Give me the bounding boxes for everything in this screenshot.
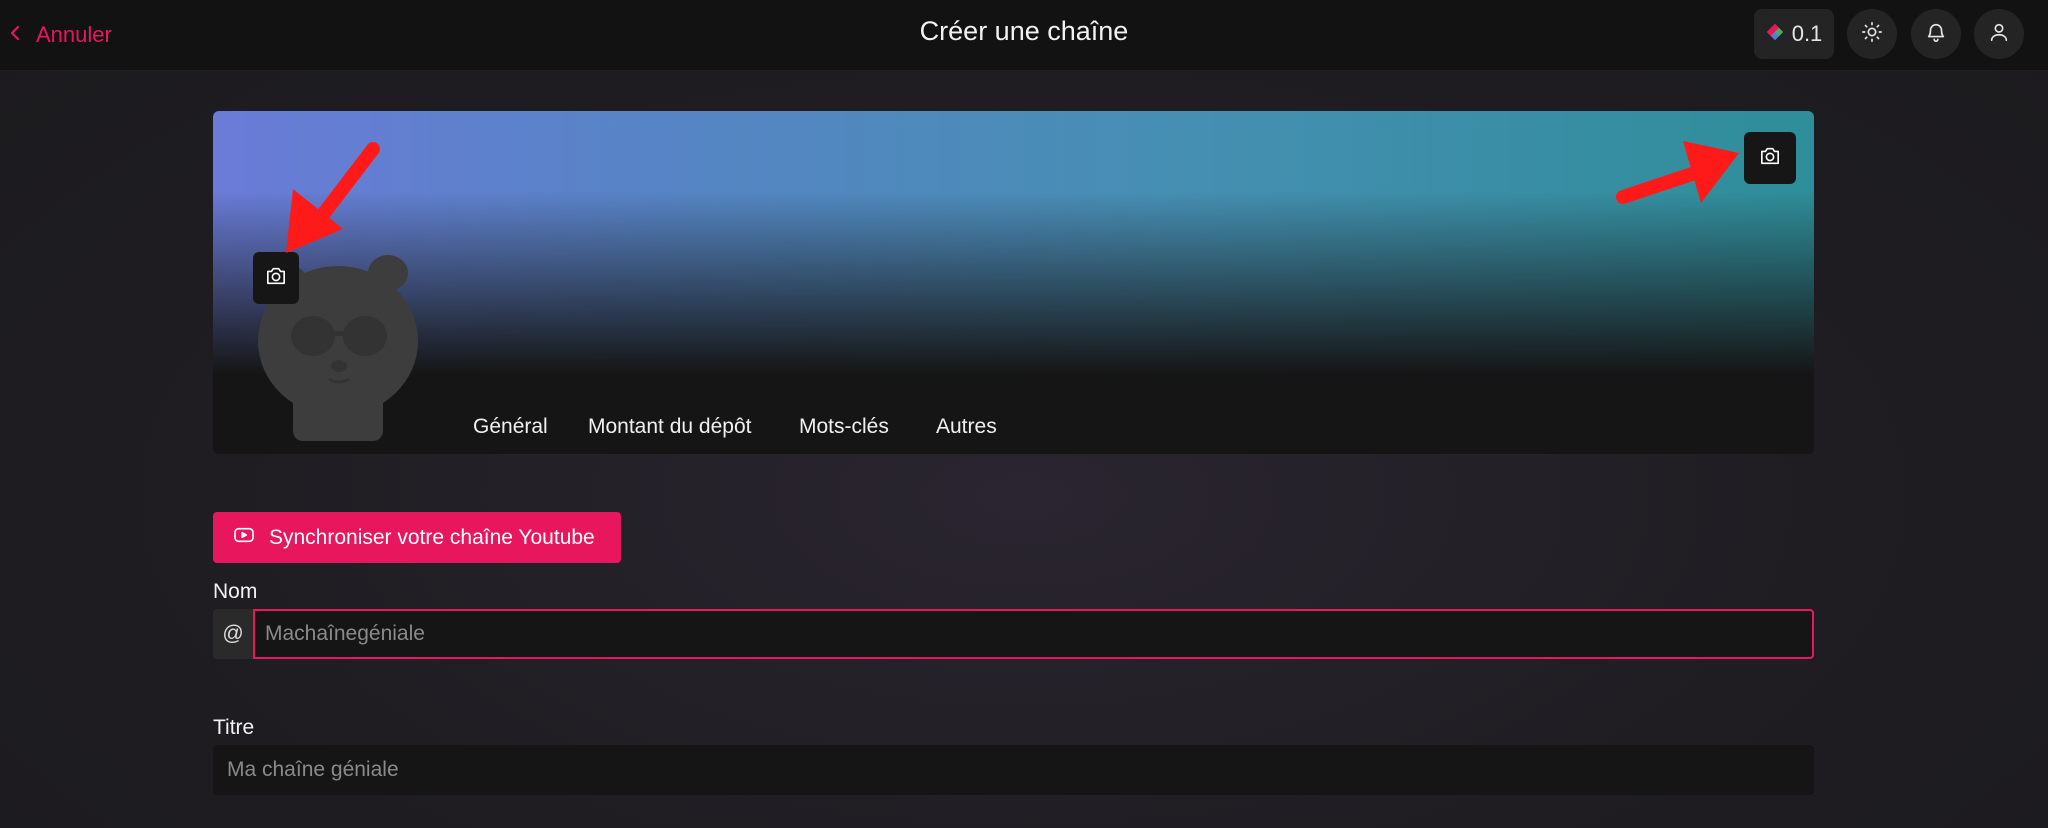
nom-input[interactable] — [253, 609, 1814, 659]
titre-input[interactable] — [213, 745, 1814, 795]
sun-icon — [1861, 21, 1883, 48]
credits-button[interactable]: 0.1 — [1754, 9, 1834, 59]
credits-value: 0.1 — [1791, 21, 1823, 46]
notifications-button[interactable] — [1911, 9, 1961, 59]
cover-banner — [213, 111, 1814, 375]
annotation-arrow-cover — [1615, 133, 1745, 218]
titre-label: Titre — [213, 716, 255, 739]
tab-others[interactable]: Autres — [936, 415, 997, 439]
user-menu-button[interactable] — [1974, 9, 2024, 59]
tab-keywords[interactable]: Mots-clés — [799, 415, 889, 439]
channel-header-card: Général Montant du dépôt Mots-clés Autre… — [213, 111, 1814, 454]
tab-general[interactable]: Général — [473, 415, 548, 439]
cover-upload-button[interactable] — [1744, 132, 1796, 184]
tab-deposit-amount[interactable]: Montant du dépôt — [588, 415, 751, 439]
nom-prefix: @ — [213, 609, 253, 659]
page-title: Créer une chaîne — [919, 16, 1129, 46]
sync-youtube-button[interactable]: Synchroniser votre chaîne Youtube — [213, 512, 621, 563]
camera-icon — [265, 266, 287, 291]
sync-youtube-label: Synchroniser votre chaîne Youtube — [269, 525, 595, 549]
top-bar: Annuler Créer une chaîne 0.1 — [0, 0, 2048, 71]
bell-icon — [1925, 21, 1947, 48]
annotation-arrow-avatar — [278, 141, 388, 266]
user-icon — [1988, 21, 2010, 48]
nom-label: Nom — [213, 580, 258, 603]
youtube-icon — [233, 526, 255, 550]
camera-icon — [1759, 146, 1781, 171]
theme-toggle-button[interactable] — [1847, 9, 1897, 59]
tab-bar: Général Montant du dépôt Mots-clés Autre… — [213, 375, 1814, 454]
credits-logo-icon — [1766, 21, 1784, 47]
